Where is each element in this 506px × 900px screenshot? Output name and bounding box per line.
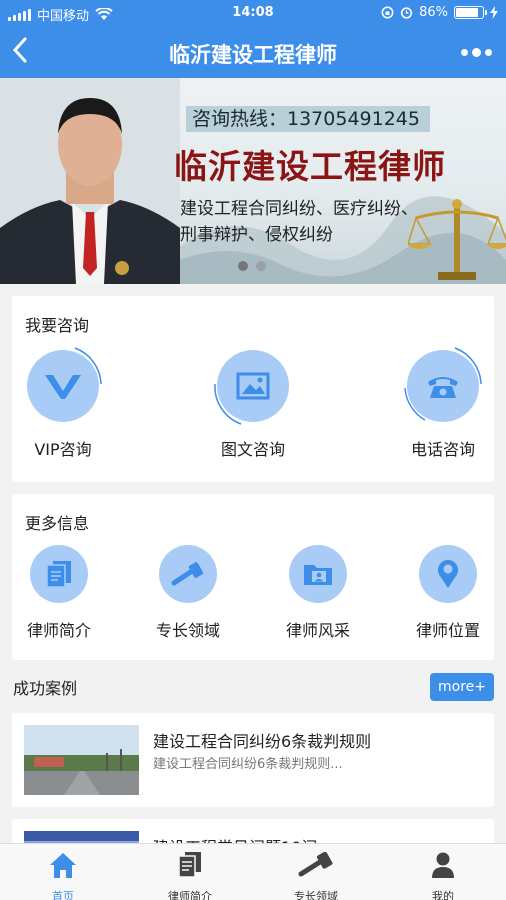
more-dot-icon: [461, 48, 468, 56]
banner-carousel[interactable]: 咨询热线：13705491245 临沂建设工程律师 建设工程合同纠纷、医疗纠纷、…: [0, 78, 506, 284]
document-icon: [30, 545, 88, 603]
image-consult-button[interactable]: 图文咨询: [198, 350, 308, 460]
scales-of-justice-icon: [408, 199, 506, 280]
vip-consult-button[interactable]: VIP咨询: [8, 347, 118, 460]
location-pin-icon: [419, 545, 477, 603]
banner-description: 建设工程合同纠纷、医疗纠纷、 刑事辩护、侵权纠纷: [180, 196, 418, 248]
tab-mine[interactable]: 我的: [393, 850, 493, 900]
battery-percent: 86%: [419, 5, 448, 20]
banner-hotline: 咨询热线：13705491245: [186, 106, 430, 132]
banner-desc-line: 建设工程合同纠纷、医疗纠纷、: [180, 199, 418, 219]
rotation-lock-icon: [381, 6, 394, 19]
cases-heading: 成功案例: [13, 679, 78, 698]
user-icon: [393, 850, 493, 880]
more-dot-icon: [472, 47, 481, 57]
tab-label: 我的: [432, 890, 454, 900]
carousel-dot[interactable]: [256, 261, 266, 271]
more-dot-icon: [485, 48, 492, 56]
case-subtitle: 建设工程合同纠纷6条裁判规则...: [153, 757, 343, 772]
home-icon: [13, 850, 113, 880]
lawyer-location-button[interactable]: 律师位置: [398, 545, 498, 641]
case-item[interactable]: 建设工程合同纠纷6条裁判规则 建设工程合同纠纷6条裁判规则...: [12, 713, 494, 807]
vip-icon: [27, 347, 102, 422]
battery-level: [456, 8, 479, 17]
alarm-icon: [400, 7, 413, 19]
battery-icon: [454, 6, 487, 19]
status-right: 86%: [381, 5, 498, 20]
section-heading: 更多信息: [25, 514, 90, 533]
more-menu-button[interactable]: [461, 40, 492, 64]
tab-home[interactable]: 首页: [13, 850, 113, 900]
tab-lawyer-intro[interactable]: 律师简介: [140, 850, 240, 900]
vip-consult-label: VIP咨询: [34, 440, 92, 459]
phone-icon: [404, 347, 482, 422]
lawyer-style-button[interactable]: 律师风采: [268, 545, 368, 641]
consult-section: 我要咨询 VIP咨询 图文咨询 电话咨询: [12, 296, 494, 482]
tab-expertise[interactable]: 专长领域: [266, 850, 366, 900]
carousel-dots: [238, 261, 266, 271]
lawyer-style-label: 律师风采: [285, 621, 350, 640]
gavel-icon: [159, 545, 217, 603]
expertise-label: 专长领域: [155, 621, 220, 640]
cases-more-button[interactable]: more+: [430, 673, 494, 701]
tab-label: 首页: [52, 890, 74, 900]
nav-bar: 临沂建设工程律师: [0, 26, 506, 78]
more-info-section: 更多信息 律师简介 专长领域 律师风采 律师位置: [12, 494, 494, 660]
folder-person-icon: [289, 545, 347, 603]
phone-consult-button[interactable]: 电话咨询: [388, 347, 498, 460]
charging-icon: [490, 6, 498, 19]
document-icon: [140, 850, 240, 880]
section-heading: 我要咨询: [25, 316, 90, 335]
tab-label: 专长领域: [294, 890, 338, 900]
page-title: 临沂建设工程律师: [169, 43, 337, 67]
lawyer-intro-label: 律师简介: [26, 621, 91, 640]
status-bar: 中国移动 14:08 86%: [0, 0, 506, 26]
expertise-button[interactable]: 专长领域: [138, 545, 238, 641]
image-icon: [214, 350, 289, 425]
lawyer-location-label: 律师位置: [415, 621, 480, 640]
phone-consult-label: 电话咨询: [410, 440, 475, 459]
banner-desc-line: 刑事辩护、侵权纠纷: [180, 225, 333, 245]
case-thumbnail: [24, 725, 139, 795]
gavel-icon: [266, 850, 366, 880]
lawyer-portrait: [0, 78, 180, 284]
bottom-tab-bar: 首页 律师简介 专长领域 我的: [0, 843, 506, 900]
lawyer-intro-button[interactable]: 律师简介: [9, 545, 109, 641]
banner-title: 临沂建设工程律师: [174, 147, 446, 186]
tab-label: 律师简介: [168, 890, 212, 900]
image-consult-label: 图文咨询: [220, 440, 285, 459]
case-title: 建设工程合同纠纷6条裁判规则: [153, 732, 372, 751]
carousel-dot[interactable]: [238, 261, 248, 271]
